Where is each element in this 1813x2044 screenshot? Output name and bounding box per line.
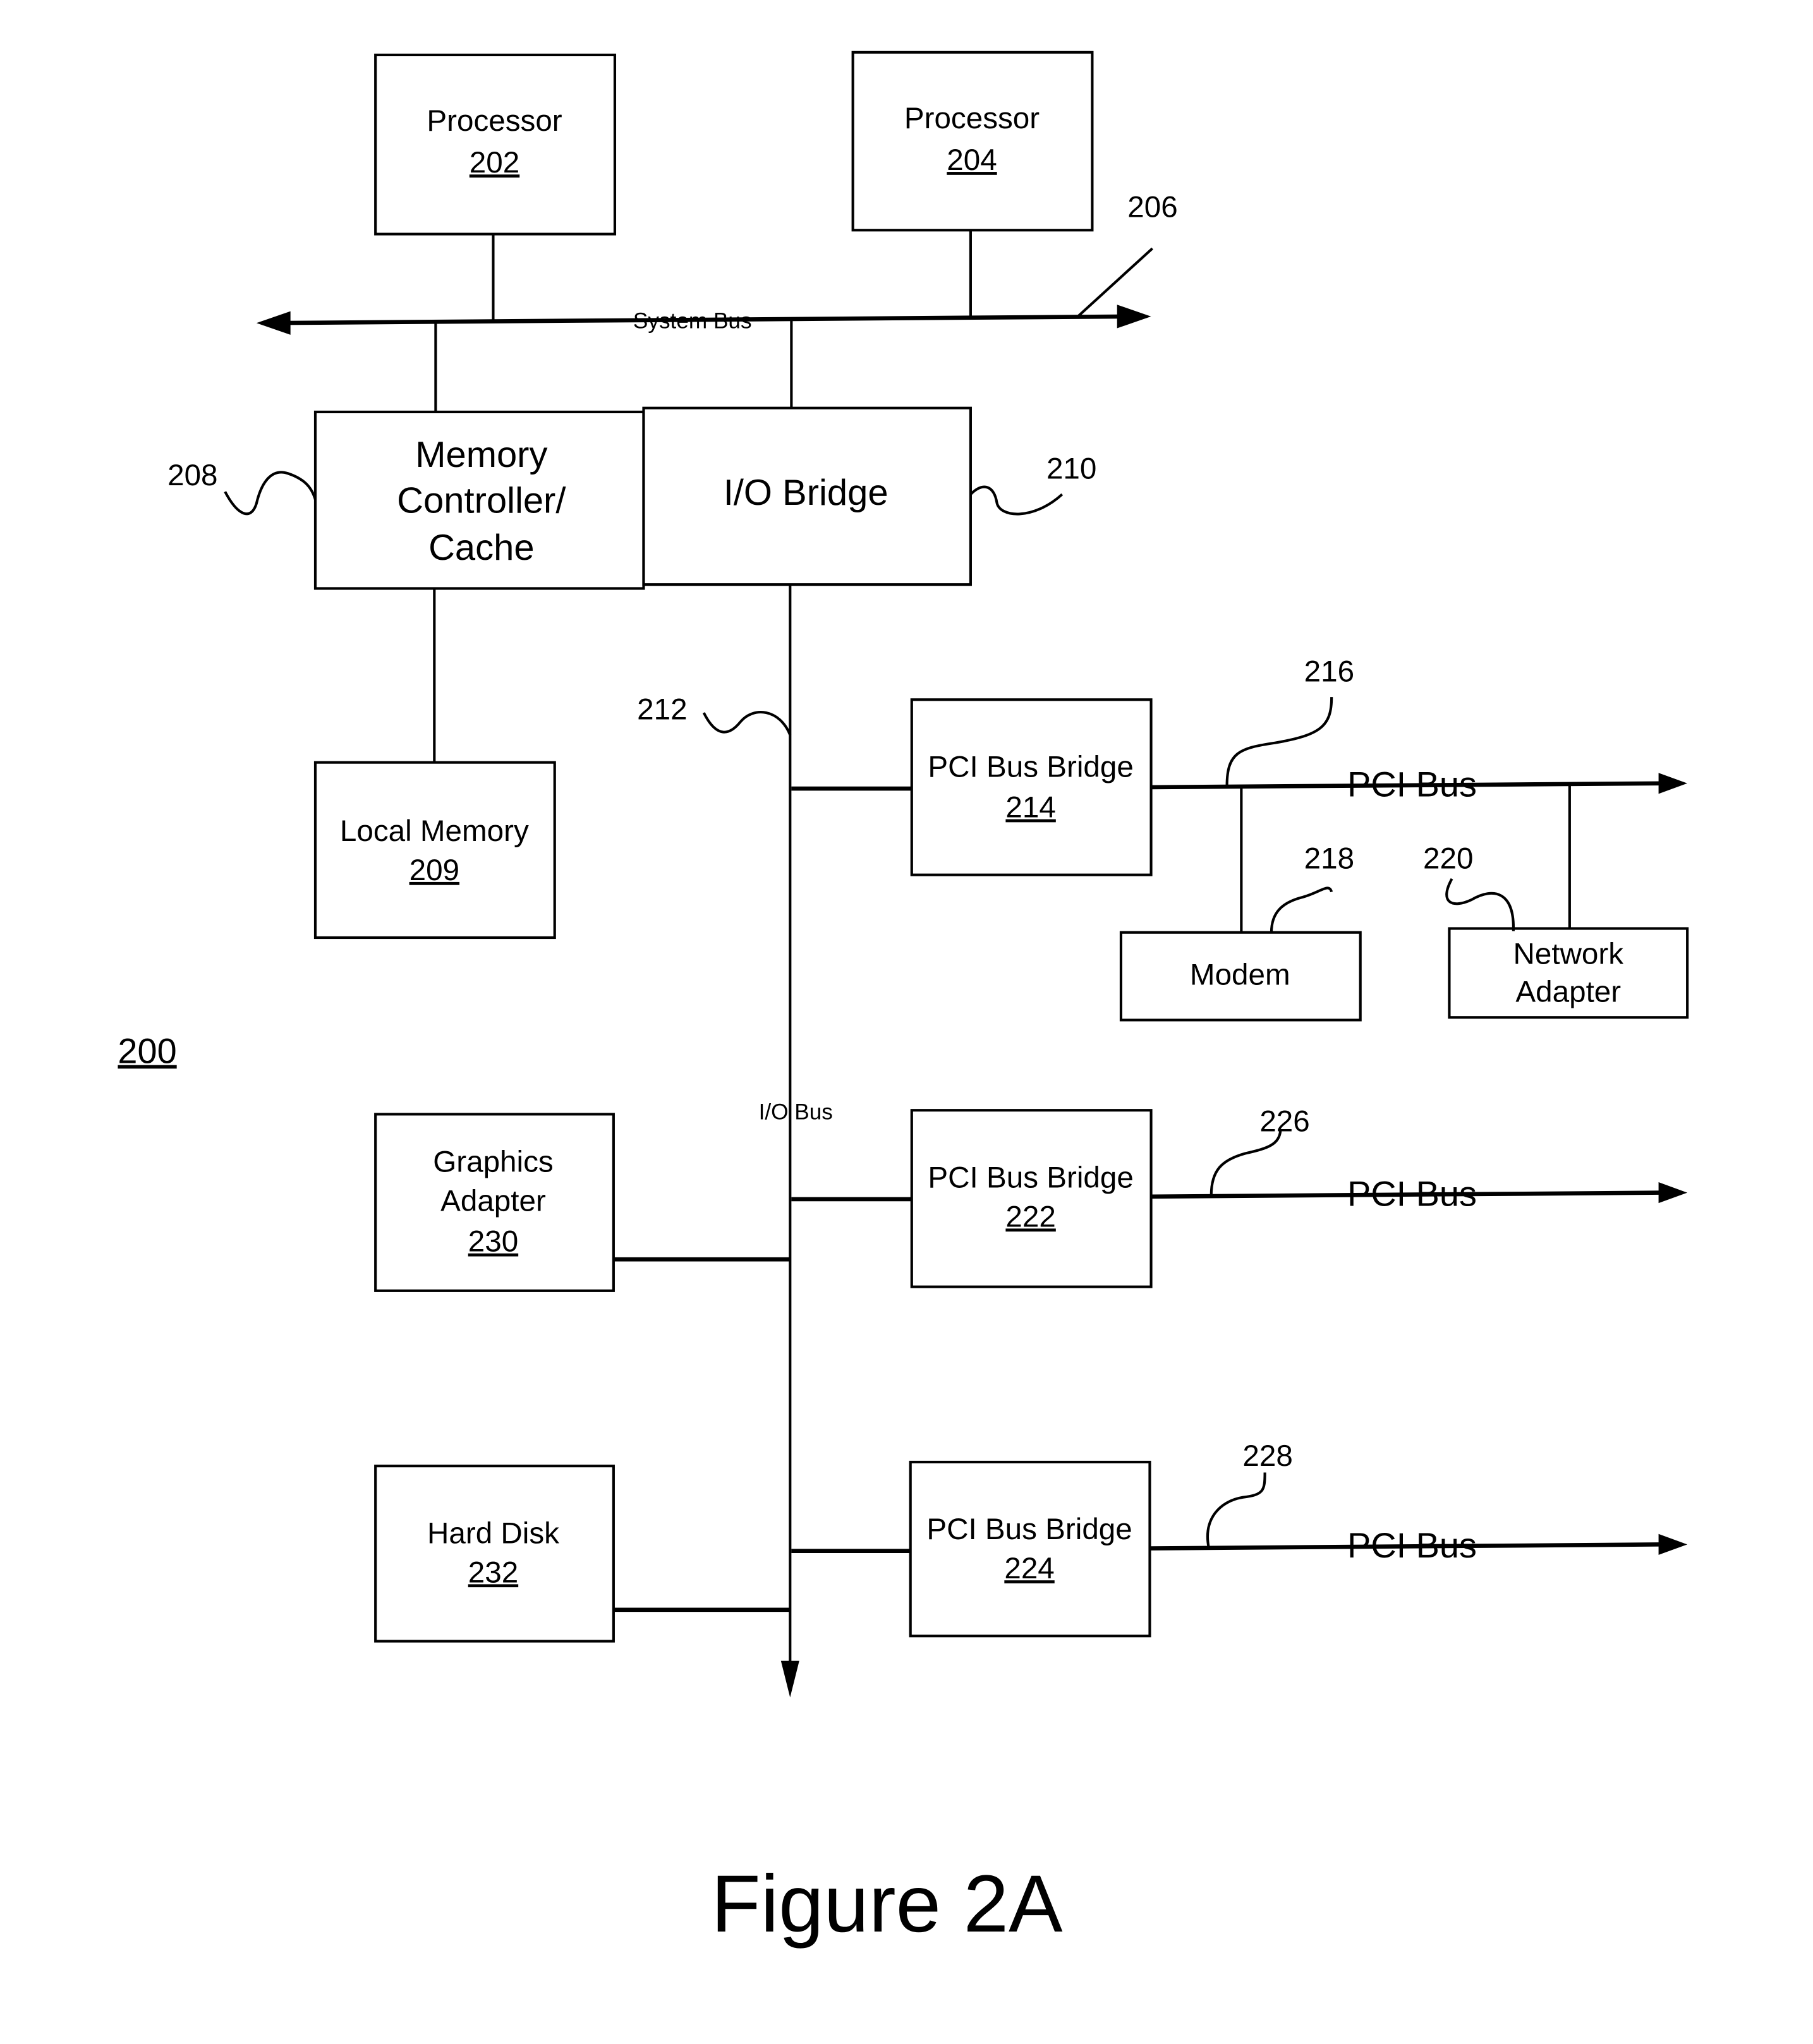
system-bus-label: System Bus [633,309,752,334]
modem-label: Modem [1190,959,1290,992]
network-adapter: Network Adapter 220 [1423,842,1689,1019]
block-diagram: System Bus 206 Processor 202 Processor 2… [118,51,1689,1949]
pci-bus-arrow [1658,1182,1688,1204]
modem-ref: 218 [1304,842,1354,875]
pci-bus-ref-leader [1206,1472,1266,1547]
pci-bridge-number: 222 [1005,1200,1055,1233]
system-bus-left-arrow [256,311,291,335]
io-bridge-ref: 210 [1046,452,1096,486]
processor-202: Processor 202 [374,53,617,322]
system-bus-ref: 206 [1127,191,1177,224]
memory-controller-ref-leader [224,471,317,516]
graphics-adapter-line-1: Graphics [433,1145,553,1178]
pci-bus-label: PCI Bus [1347,764,1477,804]
pci-bus-label: PCI Bus [1347,1173,1477,1213]
io-bus-label: I/O Bus [759,1100,833,1125]
figure-reference-number: 200 [118,1031,176,1071]
io-bridge: I/O Bridge 210 [642,406,1096,586]
system-bus-ref-leader [1077,247,1154,318]
memory-controller-ref: 208 [167,459,217,492]
io-bridge-ref-leader [969,485,1064,516]
network-adapter-ref-leader [1445,878,1515,931]
local-memory-label: Local Memory [340,814,529,848]
memory-controller-line-1: Memory [415,435,547,475]
pci-bus-ref: 216 [1304,655,1354,688]
pci-bridge-number: 224 [1004,1552,1054,1585]
network-adapter-line-2: Adapter [1515,975,1621,1008]
pci-bus-bridge-214: PCI Bus Bridge 214 [910,698,1153,876]
modem-ref-leader [1270,886,1333,933]
network-adapter-line-1: Network [1513,937,1624,971]
processor-204: Processor 204 [851,51,1094,318]
pci-bridge-label: PCI Bus Bridge [928,1161,1133,1194]
hard-disk-label: Hard Disk [427,1516,559,1550]
pci-bus-arrow [1658,1533,1688,1555]
pci-bus-ref-leader [1210,1129,1282,1195]
memory-controller-line-2: Controller/ [397,480,566,521]
pci-bridge-label: PCI Bus Bridge [926,1513,1132,1546]
local-memory: Local Memory 209 [313,761,556,940]
pci-bridge-label: PCI Bus Bridge [928,750,1133,783]
processor-label: Processor [427,104,562,138]
system-bus-right-arrow [1117,305,1151,329]
io-bus-ref: 212 [637,692,687,726]
processor-number: 202 [470,146,519,179]
memory-controller-cache: Memory Controller/ Cache 208 [167,410,645,590]
pci-bus-arrow [1658,773,1688,794]
pci-bus-label: PCI Bus [1347,1525,1477,1565]
io-bus-down-arrow [780,1660,799,1698]
pci-bus-ref: 228 [1242,1439,1292,1473]
pci-bus-bridge-224: PCI Bus Bridge 224 [909,1460,1151,1638]
processor-label: Processor [904,102,1040,135]
pci-bus-216: PCI Bus 216 [1151,655,1688,804]
local-memory-number: 209 [409,854,459,887]
io-bus-ref-leader [702,711,792,735]
io-bridge-label: I/O Bridge [724,473,888,513]
memory-controller-line-3: Cache [428,528,534,568]
graphics-adapter-line-2: Adapter [440,1185,546,1218]
figure-caption: Figure 2A [711,1859,1063,1949]
graphics-adapter-number: 230 [468,1225,518,1259]
hard-disk-number: 232 [468,1556,518,1589]
pci-bus-228: PCI Bus 228 [1149,1439,1688,1565]
processor-number: 204 [947,143,997,177]
graphics-adapter: Graphics Adapter 230 [374,1113,615,1292]
pci-bus-226: PCI Bus 226 [1151,1104,1688,1213]
pci-bus-ref-leader [1225,697,1333,786]
pci-bus-bridge-222: PCI Bus Bridge 222 [910,1109,1153,1288]
hard-disk: Hard Disk 232 [374,1465,615,1643]
pci-bridge-number: 214 [1005,791,1055,825]
pci-bus-ref: 226 [1259,1104,1309,1138]
io-bus: I/O Bus 212 [637,584,833,1698]
network-adapter-ref: 220 [1423,842,1473,875]
